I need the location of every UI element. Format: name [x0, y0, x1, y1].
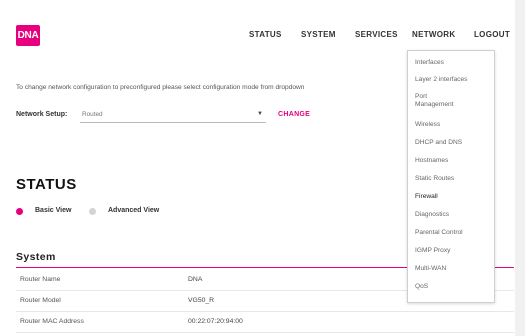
page-title: STATUS: [16, 176, 77, 193]
advanced-view-radio[interactable]: [89, 208, 96, 215]
router-mac-label: Router MAC Address: [20, 318, 84, 325]
view-toggle: Basic View Advanced View: [16, 206, 216, 218]
change-button[interactable]: CHANGE: [278, 111, 310, 118]
nav-system[interactable]: SYSTEM: [301, 30, 336, 39]
chevron-down-icon: ▼: [257, 111, 263, 117]
menu-item-wireless[interactable]: Wireless: [415, 121, 491, 129]
router-model-label: Router Model: [20, 297, 61, 304]
menu-item-port-management[interactable]: Port Management: [415, 93, 467, 108]
router-admin-page: DNA STATUS SYSTEM SERVICES NETWORK LOGOU…: [0, 0, 515, 336]
advanced-view-label[interactable]: Advanced View: [108, 207, 159, 214]
router-mac-value: 00:22:07:20:94:00: [188, 318, 243, 325]
router-name-label: Router Name: [20, 276, 61, 283]
network-setup-value: Routed: [82, 111, 103, 118]
router-name-value: DNA: [188, 276, 203, 283]
network-dropdown-menu: Interfaces Layer 2 interfaces Port Manag…: [407, 50, 495, 303]
menu-item-multi-wan[interactable]: Multi-WAN: [415, 265, 491, 273]
menu-item-static-routes[interactable]: Static Routes: [415, 175, 491, 183]
nav-services[interactable]: SERVICES: [355, 30, 398, 39]
menu-item-qos[interactable]: QoS: [415, 283, 491, 291]
menu-item-dhcp-dns[interactable]: DHCP and DNS: [415, 139, 491, 147]
top-navigation: STATUS SYSTEM SERVICES NETWORK LOGOUT: [0, 30, 515, 44]
table-row: Router MAC Address 00:22:07:20:94:00: [16, 312, 514, 333]
nav-network[interactable]: NETWORK: [412, 30, 455, 39]
network-setup-label: Network Setup:: [16, 111, 68, 118]
nav-status[interactable]: STATUS: [249, 30, 282, 39]
router-model-value: VG50_R: [188, 297, 215, 304]
network-setup-select[interactable]: Routed ▼: [80, 108, 266, 123]
menu-item-firewall[interactable]: Firewall: [415, 193, 491, 201]
menu-item-igmp-proxy[interactable]: IGMP Proxy: [415, 247, 491, 255]
nav-logout[interactable]: LOGOUT: [474, 30, 510, 39]
basic-view-label[interactable]: Basic View: [35, 207, 71, 214]
menu-item-interfaces[interactable]: Interfaces: [415, 59, 491, 67]
configuration-info-text: To change network configuration to preco…: [16, 84, 305, 91]
menu-item-hostnames[interactable]: Hostnames: [415, 157, 491, 165]
menu-item-parental-control[interactable]: Parental Control: [415, 229, 491, 237]
basic-view-radio[interactable]: [16, 208, 23, 215]
system-section-title: System: [16, 251, 56, 263]
menu-item-diagnostics[interactable]: Diagnostics: [415, 211, 491, 219]
menu-item-layer2-interfaces[interactable]: Layer 2 interfaces: [415, 76, 491, 84]
